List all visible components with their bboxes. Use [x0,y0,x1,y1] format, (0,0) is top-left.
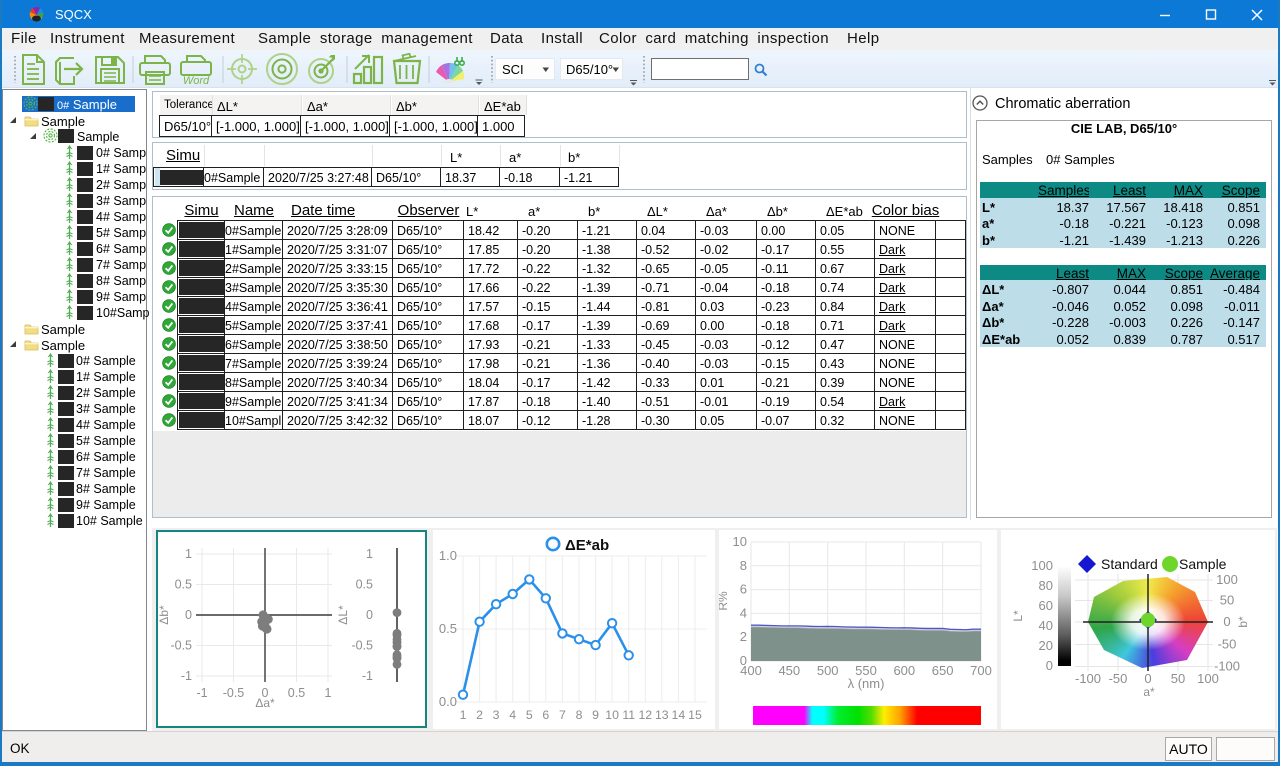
svg-text:-1: -1 [181,669,192,683]
svg-text:6: 6 [542,708,549,722]
svg-text:0: 0 [185,608,192,622]
svg-text:0: 0 [366,608,373,622]
svg-text:-1: -1 [362,669,373,683]
svg-text:100: 100 [1216,572,1238,587]
svg-text:40: 40 [1039,618,1053,633]
svg-text:a*: a* [1143,685,1155,699]
svg-text:L*: L* [1011,610,1025,622]
svg-text:-0.5: -0.5 [351,639,373,653]
svg-text:450: 450 [778,663,800,678]
svg-text:0: 0 [1144,671,1151,686]
svg-text:1: 1 [325,686,332,700]
svg-text:13: 13 [655,708,669,722]
svg-text:4: 4 [740,605,747,620]
svg-text:400: 400 [740,663,762,678]
svg-text:1: 1 [460,708,467,722]
svg-text:2: 2 [740,629,747,644]
svg-text:-0.5: -0.5 [170,639,192,653]
svg-text:500: 500 [817,663,839,678]
svg-text:-1: -1 [196,686,207,700]
svg-text:3: 3 [493,708,500,722]
svg-text:-100: -100 [1075,671,1101,686]
svg-text:-0.5: -0.5 [223,686,245,700]
svg-text:1: 1 [185,547,192,561]
svg-text:ΔL*: ΔL* [336,605,350,625]
svg-text:10: 10 [605,708,619,722]
svg-text:6: 6 [740,582,747,597]
svg-text:12: 12 [638,708,652,722]
svg-text:2: 2 [476,708,483,722]
svg-text:20: 20 [1039,638,1053,653]
svg-text:-50: -50 [1218,637,1237,652]
svg-text:60: 60 [1039,598,1053,613]
svg-text:7: 7 [559,708,566,722]
svg-text:Word: Word [183,75,210,87]
svg-text:14: 14 [672,708,686,722]
svg-text:Δa*: Δa* [255,696,275,710]
svg-text:600: 600 [893,663,915,678]
svg-text:Sample: Sample [1179,556,1227,572]
svg-text:10: 10 [733,534,747,549]
svg-text:50: 50 [1220,593,1234,608]
svg-text:1: 1 [366,547,373,561]
svg-text:80: 80 [1039,578,1053,593]
svg-text:0.5: 0.5 [439,621,457,636]
svg-text:R%: R% [719,591,730,611]
svg-text:700: 700 [970,663,992,678]
svg-text:0.5: 0.5 [175,578,192,592]
svg-text:ΔE*ab: ΔE*ab [565,537,609,554]
svg-text:11: 11 [622,708,635,722]
svg-text:Standard: Standard [1101,556,1158,572]
svg-text:650: 650 [932,663,954,678]
svg-text:50: 50 [1171,671,1185,686]
svg-text:0: 0 [1046,658,1053,673]
svg-text:0.5: 0.5 [288,686,305,700]
svg-text:100: 100 [1197,671,1219,686]
svg-text:1.0: 1.0 [439,548,457,563]
svg-text:Δb*: Δb* [158,605,171,625]
svg-text:-50: -50 [1109,671,1128,686]
svg-text:5: 5 [526,708,533,722]
svg-text:b*: b* [1236,616,1250,628]
svg-text:8: 8 [740,558,747,573]
svg-text:λ (nm): λ (nm) [848,676,885,691]
svg-text:0: 0 [1223,614,1230,629]
svg-text:8: 8 [576,708,583,722]
svg-text:9: 9 [592,708,599,722]
svg-text:15: 15 [688,708,702,722]
svg-text:0.0: 0.0 [439,694,457,709]
svg-text:100: 100 [1031,558,1053,573]
svg-text:4: 4 [509,708,516,722]
svg-text:0.5: 0.5 [356,578,373,592]
